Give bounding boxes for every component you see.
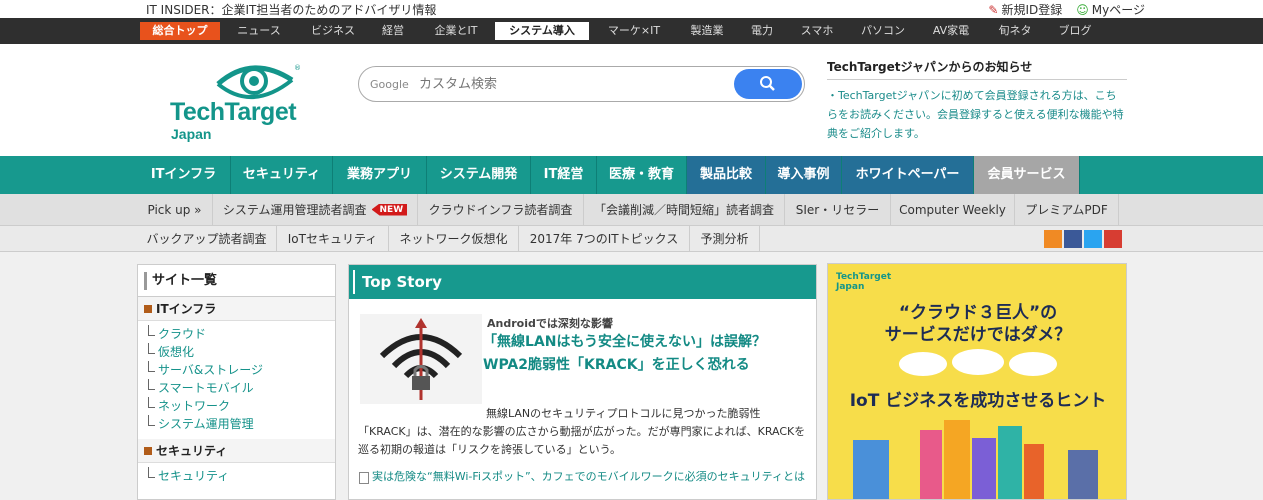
site-list-sidebar: サイト一覧 ITインフラ クラウド 仮想化 サーバ&ストレージ スマートモバイル… — [137, 264, 336, 500]
category-nav-medical-education[interactable]: 医療・教育 — [597, 156, 687, 194]
category-nav-case-studies[interactable]: 導入事例 — [766, 156, 842, 194]
topic-link-iot-security[interactable]: IoTセキュリティ — [277, 226, 389, 251]
pickup-link-premium-pdf[interactable]: プレミアムPDF — [1015, 194, 1119, 225]
top-story-header: Top Story — [349, 265, 816, 299]
category-nav-member-services[interactable]: 会員サービス — [974, 156, 1080, 194]
sidebar-item-server-storage[interactable]: サーバ&ストレージ — [146, 361, 335, 379]
svg-text:®: ® — [294, 64, 301, 72]
eye-logo-icon: ® — [216, 64, 301, 99]
global-nav-item-top[interactable]: 総合トップ — [140, 22, 220, 40]
story-kicker: Androidでは深刻な影響 — [487, 317, 613, 330]
ad-banner[interactable]: TechTarget Japan “クラウド３巨人”の サービスだけではダメ？ … — [827, 263, 1127, 500]
google-plus-icon[interactable] — [1104, 230, 1122, 248]
pickup-bar: Pick up » システム運用管理読者調査 NEW クラウドインフラ読者調査 「… — [0, 194, 1263, 226]
facebook-icon[interactable] — [1064, 230, 1082, 248]
global-nav-item-business[interactable]: ビジネス — [300, 22, 366, 40]
global-nav-item-av[interactable]: AV家電 — [922, 22, 980, 40]
logo-wordmark: TechTarget — [170, 98, 297, 126]
global-nav-item-enterprise-it[interactable]: 企業とIT — [423, 22, 489, 40]
sidebar-list-security: セキュリティ — [138, 463, 335, 491]
pickup-link-cloud-survey[interactable]: クラウドインフラ読者調査 — [418, 194, 584, 225]
notice-body-link[interactable]: ・TechTargetジャパンに初めて会員登録される方は、こちらをお読みください… — [827, 86, 1127, 143]
search-input[interactable] — [419, 73, 719, 95]
story-headline-link[interactable]: 「無線LANはもう安全に使えない」は誤解？ WPA2脆弱性「KRACK」を正しく… — [483, 331, 808, 377]
top-story-panel: Top Story Androidでは深刻な影響 「無線LANはもう安全に使えな… — [348, 264, 817, 500]
search-button[interactable] — [734, 69, 802, 99]
category-nav: ITインフラ セキュリティ 業務アプリ システム開発 IT経営 医療・教育 製品… — [0, 156, 1263, 194]
category-nav-it-management[interactable]: IT経営 — [531, 156, 597, 194]
logo-subtitle: Japan — [171, 126, 212, 142]
sidebar-title: サイト一覧 — [138, 265, 335, 297]
topic-link-predictive[interactable]: 予測分析 — [690, 226, 760, 251]
global-nav-item-smartphone[interactable]: スマホ — [792, 22, 842, 40]
wifi-lock-icon — [379, 318, 463, 400]
pencil-icon: ✎ — [988, 3, 999, 17]
related-article-link[interactable]: 実は危険な“無料Wi-Fiスポット”、カフェでのモバイルワークに必須のセキュリテ… — [358, 469, 810, 485]
ad-logo: TechTarget Japan — [836, 272, 892, 292]
sidebar-item-smart-mobile[interactable]: スマートモバイル — [146, 379, 335, 397]
global-nav: 総合トップ ニュース ビジネス 経営 企業とIT システム導入 マーケ×IT 製… — [0, 18, 1263, 44]
top-utility-bar: IT INSIDER：企業IT担当者のためのアドバイザリ情報 ✎ 新規ID登録 ☺… — [0, 0, 1263, 18]
city-illustration — [853, 420, 1098, 499]
sidebar-item-system-ops[interactable]: システム運用管理 — [146, 415, 335, 433]
global-nav-item-trend[interactable]: 旬ネタ — [990, 22, 1040, 40]
google-label: Google — [370, 78, 409, 91]
search-box: Google — [358, 66, 805, 102]
topic-link-7-topics[interactable]: 2017年 7つのITトピックス — [519, 226, 690, 251]
global-nav-item-power[interactable]: 電力 — [744, 22, 780, 40]
story-summary: 無線LANのセキュリティプロトコルに見つかった脆弱性「KRACK」は、潜在的な影… — [358, 407, 806, 456]
twitter-icon[interactable] — [1084, 230, 1102, 248]
register-link[interactable]: ✎ 新規ID登録 — [988, 1, 1062, 18]
wifi-lock-image[interactable] — [360, 314, 482, 404]
search-icon — [760, 76, 775, 91]
category-nav-product-compare[interactable]: 製品比較 — [687, 156, 766, 194]
mypage-link[interactable]: ☺ Myページ — [1076, 1, 1145, 18]
category-nav-infra[interactable]: ITインフラ — [137, 156, 231, 194]
category-nav-whitepaper[interactable]: ホワイトペーパー — [842, 156, 974, 194]
pickup-link-meeting-survey[interactable]: 「会議削減／時間短縮」読者調査 — [584, 194, 785, 225]
sidebar-list-infra: クラウド 仮想化 サーバ&ストレージ スマートモバイル ネットワーク システム運… — [138, 321, 335, 439]
techtarget-logo[interactable]: ® TechTarget Japan — [170, 64, 305, 144]
sidebar-item-cloud[interactable]: クラウド — [146, 325, 335, 343]
sidebar-item-security[interactable]: セキュリティ — [146, 467, 335, 485]
new-badge: NEW — [371, 203, 408, 216]
ad-headline-3: IoT ビジネスを成功させるヒント — [849, 391, 1107, 411]
category-nav-business-apps[interactable]: 業務アプリ — [333, 156, 427, 194]
social-links — [1044, 230, 1122, 248]
global-nav-item-news[interactable]: ニュース — [226, 22, 292, 40]
sidebar-category-security[interactable]: セキュリティ — [138, 439, 335, 463]
user-icon: ☺ — [1076, 3, 1089, 17]
global-nav-item-marketing[interactable]: マーケ×IT — [598, 22, 670, 40]
sidebar-category-infra[interactable]: ITインフラ — [138, 297, 335, 321]
cloud-icons — [899, 349, 1057, 376]
global-nav-item-blog[interactable]: ブログ — [1048, 22, 1102, 40]
global-nav-item-manufacturing[interactable]: 製造業 — [680, 22, 734, 40]
sidebar-item-virtualization[interactable]: 仮想化 — [146, 343, 335, 361]
category-nav-system-dev[interactable]: システム開発 — [427, 156, 531, 194]
rss-icon[interactable] — [1044, 230, 1062, 248]
sidebar-item-network[interactable]: ネットワーク — [146, 397, 335, 415]
global-nav-item-pc[interactable]: パソコン — [852, 22, 914, 40]
category-nav-security[interactable]: セキュリティ — [231, 156, 333, 194]
notice-panel: TechTargetジャパンからのお知らせ ・TechTargetジャパンに初め… — [827, 58, 1127, 143]
pickup-label: Pick up » — [137, 194, 213, 225]
topic-link-network-virtualization[interactable]: ネットワーク仮想化 — [389, 226, 519, 251]
notice-title: TechTargetジャパンからのお知らせ — [827, 58, 1127, 80]
pickup-link-sier[interactable]: SIer・リセラー — [785, 194, 891, 225]
site-header: ® TechTarget Japan Google TechTargetジャパン… — [0, 44, 1263, 156]
pickup-link-computer-weekly[interactable]: Computer Weekly — [891, 194, 1015, 225]
global-nav-item-system-intro[interactable]: システム導入 — [495, 22, 589, 40]
site-tagline: IT INSIDER：企業IT担当者のためのアドバイザリ情報 — [146, 3, 437, 17]
topic-link-backup[interactable]: バックアップ読者調査 — [137, 226, 277, 251]
global-nav-item-management[interactable]: 経営 — [370, 22, 416, 40]
pickup-link-ops-survey[interactable]: システム運用管理読者調査 NEW — [213, 194, 418, 225]
